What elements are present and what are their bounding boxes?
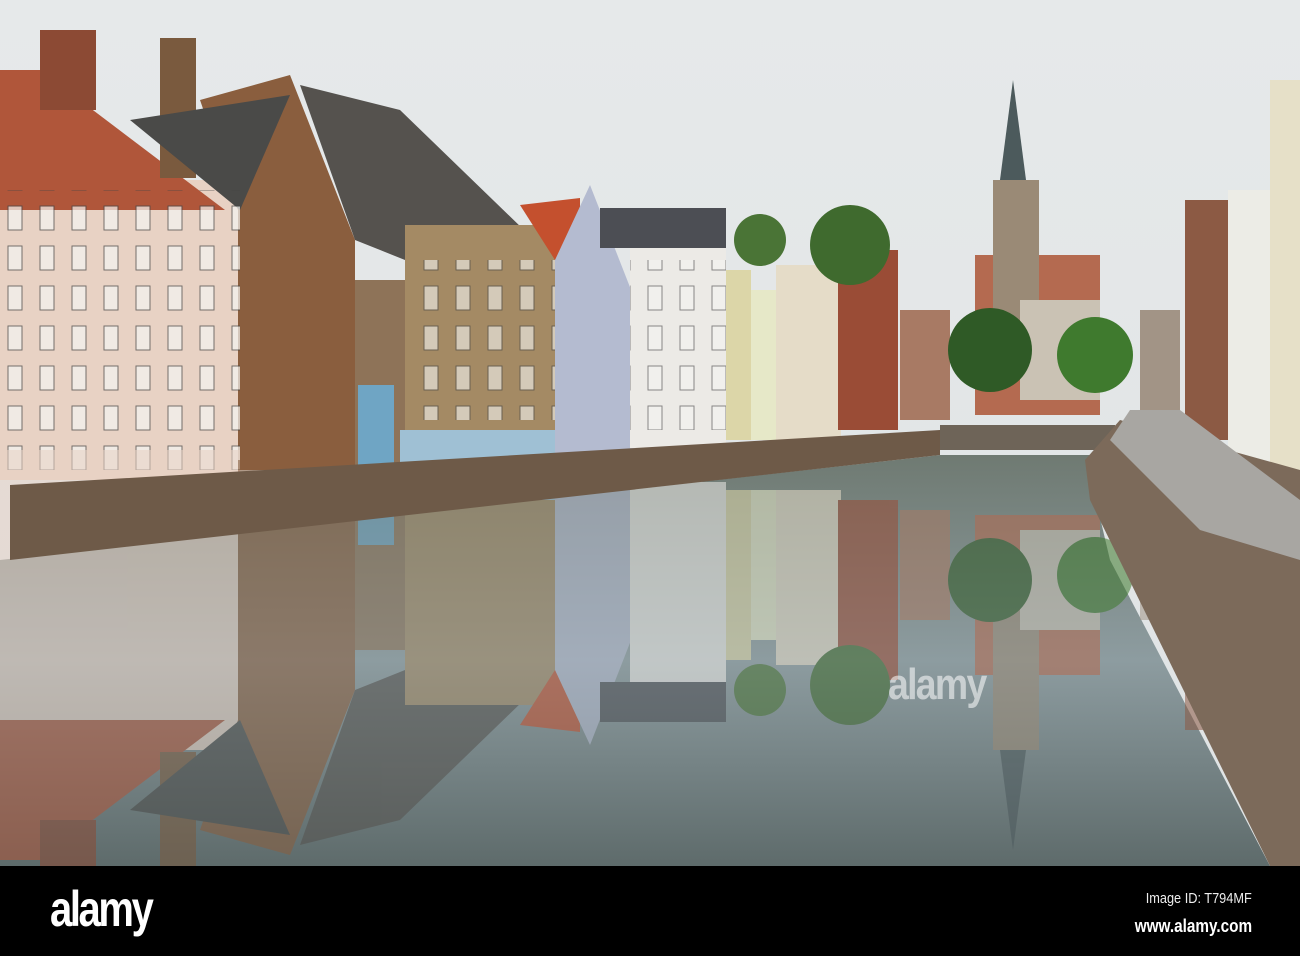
stock-photo: alamy alamy Image ID: T794MF www.alamy.c… xyxy=(0,0,1300,956)
watermark: alamy xyxy=(888,660,987,709)
image-id: Image ID: T794MF xyxy=(1145,890,1252,907)
alamy-logo: alamy xyxy=(50,881,154,937)
footer-bar: alamy Image ID: T794MF www.alamy.com xyxy=(0,866,1300,956)
website-url: www.alamy.com xyxy=(1134,916,1252,936)
canal-photo xyxy=(0,0,1300,866)
